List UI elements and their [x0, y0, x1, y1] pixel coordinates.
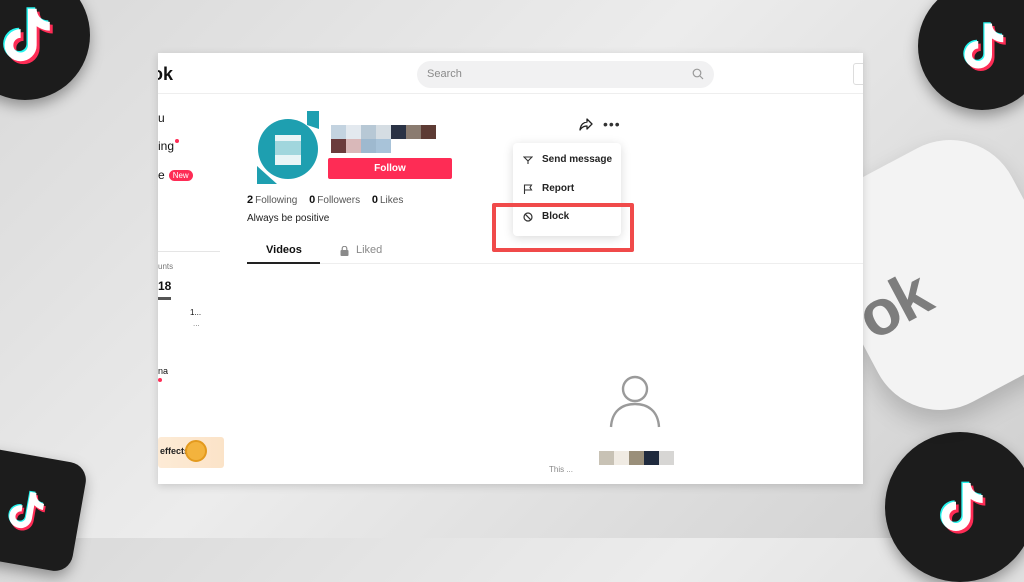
tiktok-logo-bottom-left — [0, 446, 89, 574]
brand-logo-text[interactable]: ok — [158, 64, 173, 85]
follow-button[interactable]: Follow — [328, 158, 452, 179]
more-options-icon[interactable]: ••• — [603, 117, 621, 131]
top-bar: ok Search — [158, 53, 863, 94]
tabs-divider — [247, 263, 863, 264]
sidebar-section-label: unts — [158, 262, 174, 271]
sidebar-account-bar — [158, 297, 171, 300]
avatar[interactable] — [257, 111, 319, 184]
lock-icon — [340, 246, 349, 256]
tiktok-logo-top-right — [918, 0, 1024, 110]
flag-icon — [523, 184, 533, 194]
tab-videos[interactable]: Videos — [266, 244, 302, 256]
likes-stat: 0 Likes — [371, 194, 404, 206]
sidebar-account-item[interactable]: 1... — [190, 308, 201, 317]
search-icon[interactable] — [692, 68, 704, 80]
upload-button[interactable] — [853, 63, 863, 85]
menu-item-label: Report — [542, 183, 575, 194]
effects-promo-banner[interactable]: effects, — [158, 437, 224, 468]
notification-dot — [175, 139, 180, 143]
sidebar-item-foryou[interactable]: u — [158, 111, 165, 125]
menu-item-report[interactable]: Report — [513, 176, 621, 202]
new-badge: New — [168, 170, 193, 182]
tiktok-logo-bottom-right — [885, 432, 1024, 582]
send-icon — [523, 156, 533, 164]
sidebar-live-dot — [158, 378, 162, 382]
coin-icon — [185, 440, 207, 462]
profile-bio: Always be positive — [247, 213, 330, 224]
active-tab-indicator — [247, 262, 320, 264]
sidebar-account-item-2[interactable]: na — [158, 366, 168, 376]
user-icon — [609, 375, 661, 428]
followers-stat[interactable]: 0 Followers — [309, 194, 360, 206]
sidebar-item-following[interactable]: ing — [158, 139, 180, 153]
tab-liked[interactable]: Liked — [356, 244, 382, 256]
profile-stats: 2 Following 0 Followers 0 Likes — [247, 194, 403, 206]
tiktok-logo-top-left — [0, 0, 90, 100]
menu-item-send-message[interactable]: Send message — [513, 147, 621, 173]
sidebar-item-explore[interactable]: e New — [158, 168, 193, 182]
sidebar-account-name[interactable]: 18 — [158, 279, 171, 293]
block-highlight-box — [492, 203, 634, 252]
empty-state-text: This ... — [549, 465, 574, 474]
search-placeholder: Search — [427, 68, 462, 80]
sidebar-account-sub: ... — [193, 319, 200, 328]
share-icon[interactable] — [579, 117, 593, 131]
search-input[interactable]: Search — [417, 61, 714, 88]
menu-item-label: Send message — [542, 154, 613, 165]
sidebar-divider — [158, 251, 220, 252]
following-stat[interactable]: 2 Following — [247, 194, 297, 206]
tiktok-profile-screenshot: ok Search u ing eNew unts 18 1... ... na… — [158, 53, 863, 484]
